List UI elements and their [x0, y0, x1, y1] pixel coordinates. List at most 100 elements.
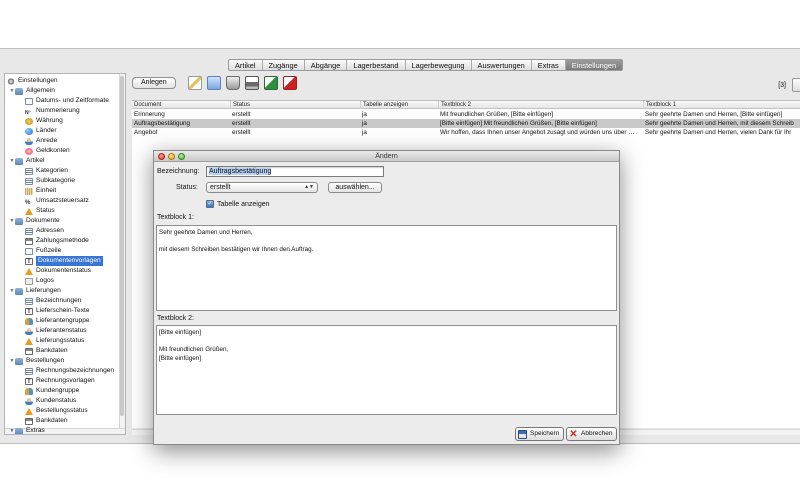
zoom-window-icon[interactable]	[178, 153, 185, 160]
tree-item[interactable]: Einstellungen	[7, 76, 58, 86]
tree-item[interactable]: Währung	[25, 116, 63, 126]
tree-scroll-thumb[interactable]	[120, 76, 124, 416]
textblock-2-line: [Bitte einfügen]	[159, 329, 202, 336]
choose-button[interactable]: auswählen...	[328, 182, 382, 193]
module-tab-bar: Artikel Zugänge Abgänge Lagerbestand Lag…	[228, 59, 624, 71]
cell-textblock-1: Sehr geehrte Damen und Herren, vielen Da…	[645, 129, 792, 136]
column-header-textblock-1[interactable]: Textblock 1	[643, 101, 800, 109]
tree-item[interactable]: Adressen	[25, 226, 64, 236]
tree-item[interactable]: Status	[25, 206, 55, 216]
tree-item[interactable]: Kundenstatus	[25, 396, 76, 406]
tree-item[interactable]: Bankdaten	[25, 416, 68, 426]
textblock-2-textarea[interactable]: [Bitte einfügen] Mit freundlichen Grüßen…	[156, 325, 617, 415]
cell-textblock-1: Sehr geehrte Damen und Herren, mit diese…	[645, 120, 794, 127]
tree-item[interactable]: ▼ Allgemein	[9, 86, 55, 96]
status-select[interactable]: erstellt ▲▼	[206, 182, 318, 193]
tree-item[interactable]: ▼ Lieferungen	[9, 286, 61, 296]
tree-item[interactable]: T Rechnungsvorlagen	[25, 376, 95, 386]
tree-item[interactable]: Anrede	[25, 136, 57, 146]
tree-item-label: Status	[36, 207, 55, 214]
tree-item[interactable]: Dokumentenstatus	[25, 266, 91, 276]
delete-icon[interactable]	[225, 76, 240, 90]
tree-item[interactable]: % Umsatzsteuersatz	[25, 196, 89, 206]
tree-item-label: Lieferschein-Texte	[36, 307, 90, 314]
text-template-icon: T	[25, 377, 33, 385]
tree-item[interactable]: Subkategorie	[25, 176, 75, 186]
tree-item[interactable]: T Lieferschein-Texte	[25, 306, 90, 316]
folder-icon	[15, 157, 23, 165]
tree-item[interactable]: Bezeichnungen	[25, 296, 81, 306]
tree-item[interactable]: ▼ Dokumente	[9, 216, 60, 226]
textblock-1-textarea[interactable]: Sehr geehrte Damen und Herren, mit diese…	[156, 225, 617, 311]
tree-item[interactable]: Lieferungsstatus	[25, 336, 84, 346]
tree-item[interactable]: Rechnungsbezeichnungen	[25, 366, 114, 376]
tab-auswertungen[interactable]: Auswertungen	[472, 60, 532, 70]
tree-item[interactable]: Lieferantenstatus	[25, 326, 87, 336]
column-header-textblock-2[interactable]: Textblock 2	[438, 101, 643, 109]
column-header-document[interactable]: Document	[132, 101, 230, 109]
add-button[interactable]: Anlegen	[132, 77, 176, 89]
edit-icon[interactable]	[187, 76, 202, 90]
folder-icon	[15, 217, 23, 225]
cell-document: Angebot	[134, 129, 158, 136]
table-row[interactable]: Erinnerung erstellt ja Mit freundlichen …	[132, 110, 800, 119]
save-button[interactable]: Speichern	[515, 427, 565, 441]
document-icon	[25, 247, 33, 255]
show-table-checkbox[interactable]: ✓	[206, 200, 214, 208]
tree-item-label: Allgemein	[26, 87, 55, 94]
textblock-2-label: Textblock 2:	[157, 315, 194, 322]
warning-icon	[25, 207, 33, 215]
list-icon	[25, 297, 33, 305]
cell-textblock-2: Mit freundlichen Grüßen, [Bitte einfügen…	[440, 111, 554, 118]
name-field[interactable]: Auftragsbestätigung	[206, 166, 384, 177]
tree-item[interactable]: Geldkonten	[25, 146, 70, 156]
column-header-show-table[interactable]: Tabelle anzeigen	[360, 101, 438, 109]
tab-lagerbestand[interactable]: Lagerbestand	[347, 60, 406, 70]
tab-extras[interactable]: Extras	[532, 60, 566, 70]
tab-abgaenge[interactable]: Abgänge	[305, 60, 348, 70]
tree-item[interactable]: Kategorien	[25, 166, 68, 176]
tab-einstellungen[interactable]: Einstellungen	[565, 60, 623, 70]
tree-item[interactable]: Lieferantengruppe	[25, 316, 90, 326]
cell-textblock-2: Wir hoffen, dass Ihnen unser Angebot zus…	[440, 129, 635, 136]
tree-item[interactable]: Fußzeile	[25, 246, 61, 256]
minimize-window-icon[interactable]	[168, 153, 175, 160]
column-header-status[interactable]: Status	[230, 101, 360, 109]
tree-item-label: Länder	[36, 127, 57, 134]
pdf-export-icon[interactable]	[282, 76, 297, 90]
dialog-titlebar[interactable]: Ändern	[154, 151, 619, 162]
tree-item[interactable]: Bankdaten	[25, 346, 68, 356]
tab-zugaenge[interactable]: Zugänge	[263, 60, 305, 70]
tree-item[interactable]: Logos	[25, 276, 54, 286]
table-row-selected[interactable]: Auftragsbestätigung erstellt ja [Bitte e…	[132, 119, 800, 128]
column-settings-icon[interactable]	[792, 78, 800, 92]
cell-document: Auftragsbestätigung	[134, 120, 191, 127]
tree-item[interactable]: Kundengruppe	[25, 386, 79, 396]
tree-vertical-scrollbar[interactable]	[119, 74, 125, 434]
tree-item[interactable]: ▼ Artikel	[9, 156, 44, 166]
tree-item[interactable]: ▼ Extras	[9, 426, 45, 434]
cell-document: Erinnerung	[134, 111, 165, 118]
tree-item-label: Datums- und Zeitformate	[36, 97, 109, 104]
table-row[interactable]: Angebot erstellt ja Wir hoffen, dass Ihn…	[132, 128, 800, 137]
close-window-icon[interactable]	[158, 153, 165, 160]
tree-item[interactable]: Einheit	[25, 186, 56, 196]
cell-show-table: ja	[362, 120, 367, 127]
tree-item[interactable]: T Dokumentenvorlagen	[25, 256, 103, 266]
tree-item[interactable]: Datums- und Zeitformate	[25, 96, 109, 106]
excel-export-icon[interactable]	[263, 76, 278, 90]
tree-item-label: Kategorien	[36, 167, 68, 174]
copy-icon[interactable]	[206, 76, 221, 90]
cancel-button[interactable]: ✕ Abbrechen	[566, 427, 618, 441]
tree-item[interactable]: Zahlungsmethode	[25, 236, 89, 246]
print-icon[interactable]	[244, 76, 259, 90]
tree-item[interactable]: Bestellungsstatus	[25, 406, 88, 416]
tree-item[interactable]: Nº Nummerierung	[25, 106, 80, 116]
tab-artikel[interactable]: Artikel	[229, 60, 263, 70]
tree-item[interactable]: ▼ Bestellungen	[9, 356, 64, 366]
cell-status: erstellt	[232, 111, 251, 118]
warning-icon	[25, 337, 33, 345]
tree-item[interactable]: Länder	[25, 126, 57, 136]
tab-lagerbewegung[interactable]: Lagerbewegung	[406, 60, 472, 70]
cell-show-table: ja	[362, 129, 367, 136]
